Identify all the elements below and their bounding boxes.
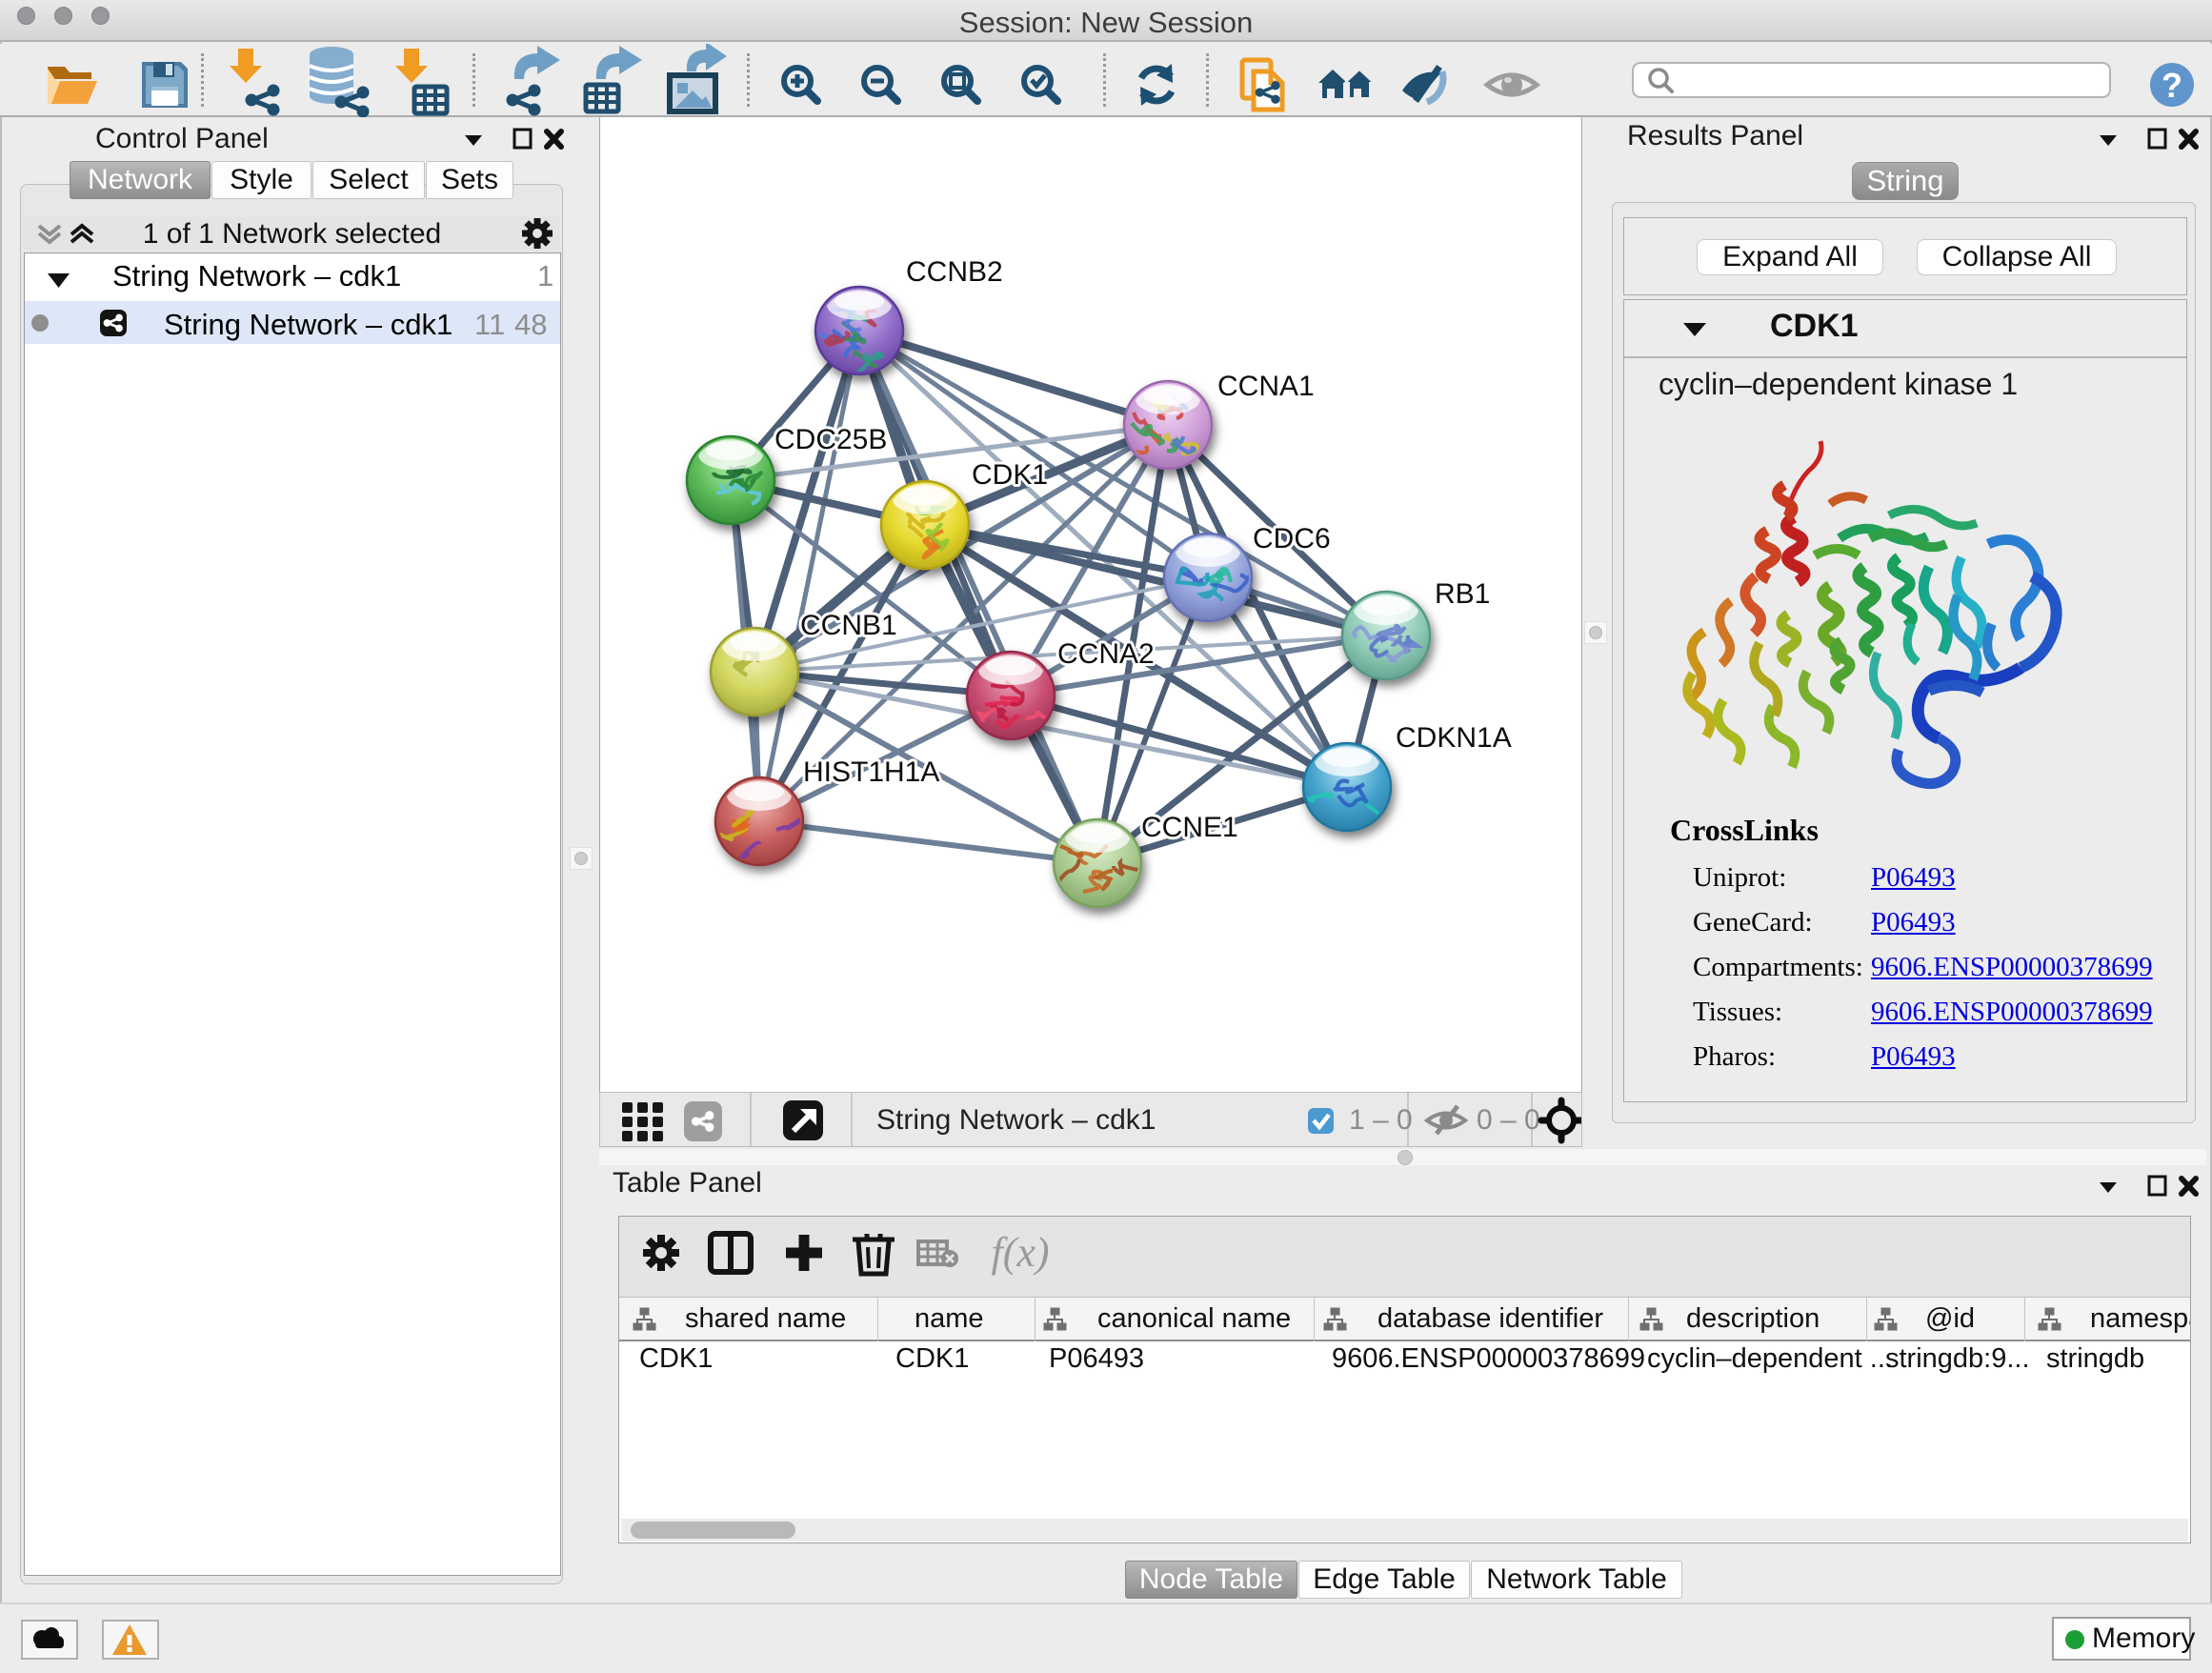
svg-text:CCNA2: CCNA2 (1057, 638, 1155, 670)
svg-text:?: ? (2162, 66, 2182, 105)
svg-text:CDKN1A: CDKN1A (1396, 722, 1512, 754)
svg-text:CCNB2: CCNB2 (906, 256, 1003, 288)
svg-text:CCNE1: CCNE1 (1141, 812, 1238, 843)
svg-text:CCNA1: CCNA1 (1217, 371, 1315, 402)
svg-text:f(x): f(x) (991, 1229, 1049, 1276)
svg-text:HIST1H1A: HIST1H1A (803, 756, 939, 788)
svg-text:CDC6: CDC6 (1253, 523, 1331, 554)
svg-text:RB1: RB1 (1435, 578, 1490, 610)
svg-text:CDK1: CDK1 (972, 459, 1048, 491)
svg-text:CCNB1: CCNB1 (800, 610, 897, 641)
svg-text:CDC25B: CDC25B (774, 424, 887, 455)
